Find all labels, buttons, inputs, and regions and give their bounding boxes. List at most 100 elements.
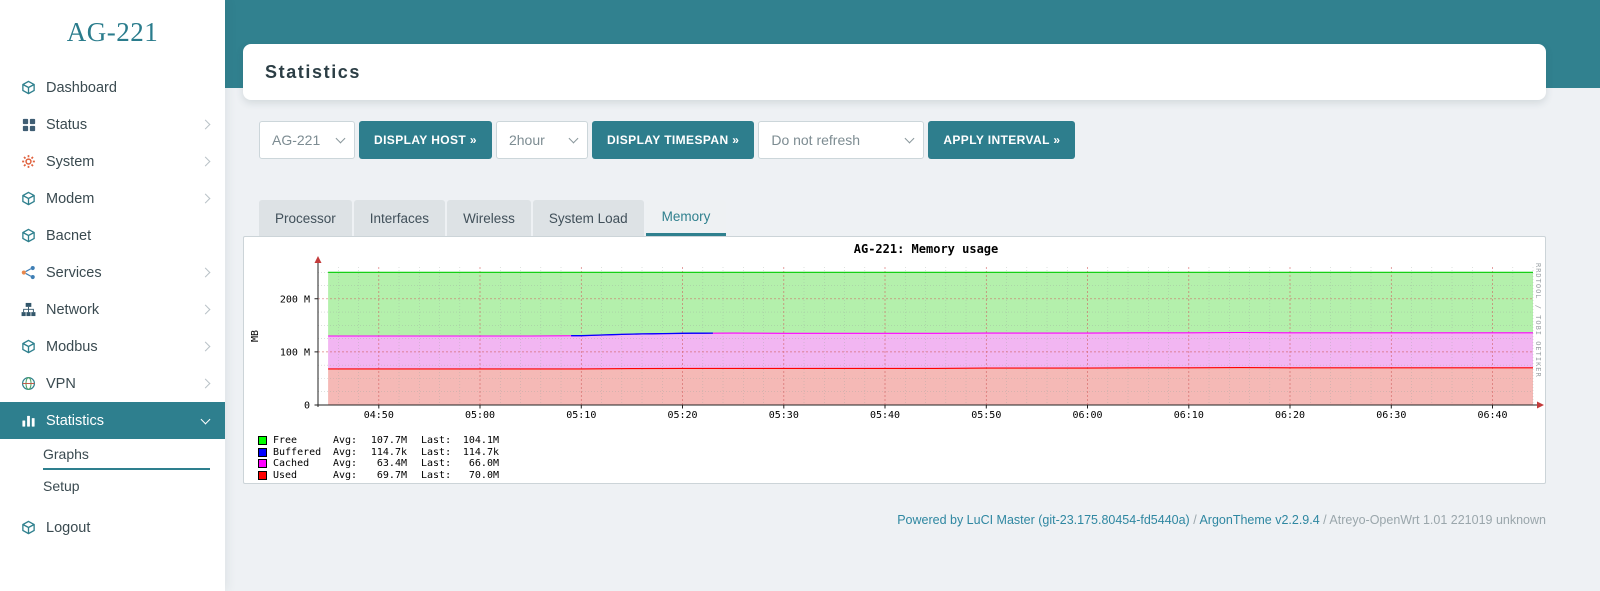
sidebar-item-label: Dashboard	[46, 80, 117, 96]
chevron-right-icon	[201, 379, 211, 389]
svg-text:AG-221: Memory usage: AG-221: Memory usage	[854, 242, 999, 256]
sidebar-item-label: System	[46, 154, 94, 170]
legend-color-swatch	[258, 448, 267, 457]
sidebar-item-bacnet[interactable]: Bacnet	[0, 217, 225, 254]
legend-avg-value: 63.4M	[363, 458, 407, 469]
chevron-down-icon	[201, 414, 211, 424]
page-header: Statistics	[243, 44, 1546, 100]
legend-row-free: FreeAvg:107.7MLast:104.1M	[258, 435, 1545, 447]
sidebar-item-vpn[interactable]: VPN	[0, 365, 225, 402]
legend-series-name: Used	[273, 470, 333, 481]
refresh-interval-select[interactable]: Do not refresh	[758, 121, 924, 159]
legend-avg-value: 107.7M	[363, 435, 407, 446]
sidebar-item-label: Logout	[46, 520, 90, 536]
display-timespan-button[interactable]: DISPLAY TIMESPAN »	[592, 121, 754, 159]
chart-legend: FreeAvg:107.7MLast:104.1MBufferedAvg:114…	[258, 435, 1545, 481]
legend-last-label: Last:	[421, 447, 455, 458]
footer: Powered by LuCI Master (git-23.175.80454…	[243, 513, 1546, 527]
sitemap-icon	[20, 302, 37, 318]
sidebar-item-services[interactable]: Services	[0, 254, 225, 291]
chevron-down-icon	[905, 134, 915, 144]
sidebar-item-label: Modem	[46, 191, 94, 207]
legend-row-used: UsedAvg:69.7M Last:70.0M	[258, 470, 1545, 482]
controls-bar: AG-221 DISPLAY HOST » 2hour DISPLAY TIME…	[259, 121, 1075, 159]
footer-version: / Atreyo-OpenWrt 1.01 221019 unknown	[1320, 513, 1546, 527]
sidebar-item-status[interactable]: Status	[0, 106, 225, 143]
legend-last-value: 66.0M	[455, 458, 499, 469]
chevron-right-icon	[201, 268, 211, 278]
svg-text:06:00: 06:00	[1072, 410, 1102, 421]
chart-bar-icon	[20, 413, 37, 429]
host-select[interactable]: AG-221	[259, 121, 355, 159]
svg-text:0: 0	[304, 401, 310, 412]
legend-avg-label: Avg:	[333, 447, 363, 458]
display-host-button[interactable]: DISPLAY HOST »	[359, 121, 492, 159]
rrdtool-watermark: RRDTOOL / TOBI OETIKER	[1534, 263, 1542, 378]
legend-series-name: Buffered	[273, 447, 333, 458]
sidebar-item-modbus[interactable]: Modbus	[0, 328, 225, 365]
sidebar-item-dashboard[interactable]: Dashboard	[0, 69, 225, 106]
sidebar-item-label: Services	[46, 265, 102, 281]
sidebar-nav: Dashboard Status System Modem Bacnet Services…	[0, 69, 225, 546]
nodes-icon	[20, 265, 37, 281]
chevron-right-icon	[201, 305, 211, 315]
tab-interfaces[interactable]: Interfaces	[354, 200, 445, 236]
sidebar-item-label: Modbus	[46, 339, 98, 355]
memory-graph-panel: 04:5005:0005:1005:2005:3005:4005:5006:00…	[243, 236, 1546, 484]
tab-memory[interactable]: Memory	[646, 200, 727, 236]
graph-tabs: ProcessorInterfacesWirelessSystem LoadMe…	[259, 200, 726, 236]
cube-icon	[20, 228, 37, 244]
refresh-interval-value: Do not refresh	[771, 132, 860, 148]
sidebar-item-statistics[interactable]: Statistics	[0, 402, 225, 439]
sidebar-item-label: Statistics	[46, 413, 104, 429]
chevron-down-icon	[336, 134, 346, 144]
sidebar-item-label: VPN	[46, 376, 76, 392]
gear-icon	[20, 154, 37, 170]
legend-color-swatch	[258, 459, 267, 468]
sidebar-subitem-setup[interactable]: Setup	[43, 470, 210, 501]
sidebar-item-system[interactable]: System	[0, 143, 225, 180]
legend-last-label: Last:	[421, 470, 455, 481]
timespan-select[interactable]: 2hour	[496, 121, 588, 159]
luci-link[interactable]: Powered by LuCI Master (git-23.175.80454…	[897, 513, 1190, 527]
chevron-right-icon	[201, 157, 211, 167]
legend-last-value: 70.0M	[455, 470, 499, 481]
sidebar-item-label: Status	[46, 117, 87, 133]
host-select-value: AG-221	[272, 132, 320, 148]
svg-text:06:40: 06:40	[1477, 410, 1507, 421]
timespan-select-value: 2hour	[509, 132, 545, 148]
legend-color-swatch	[258, 436, 267, 445]
tab-system-load[interactable]: System Load	[533, 200, 644, 236]
sidebar-item-network[interactable]: Network	[0, 291, 225, 328]
sidebar-subitem-graphs[interactable]: Graphs	[43, 439, 210, 470]
cube-icon	[20, 520, 37, 536]
svg-text:06:30: 06:30	[1376, 410, 1406, 421]
footer-separator: /	[1190, 513, 1200, 527]
svg-text:05:30: 05:30	[769, 410, 799, 421]
sidebar-item-modem[interactable]: Modem	[0, 180, 225, 217]
legend-avg-label: Avg:	[333, 458, 363, 469]
legend-series-name: Cached	[273, 458, 333, 469]
legend-avg-value: 69.7M	[363, 470, 407, 481]
sidebar-item-logout[interactable]: Logout	[0, 509, 225, 546]
grid-icon	[20, 117, 37, 133]
apply-interval-button[interactable]: APPLY INTERVAL »	[928, 121, 1075, 159]
legend-row-buffered: BufferedAvg:114.7kLast:114.7k	[258, 447, 1545, 459]
svg-text:06:10: 06:10	[1174, 410, 1204, 421]
legend-avg-label: Avg:	[333, 435, 363, 446]
svg-text:100 M: 100 M	[280, 347, 310, 358]
legend-last-label: Last:	[421, 435, 455, 446]
legend-last-label: Last:	[421, 458, 455, 469]
tab-processor[interactable]: Processor	[259, 200, 352, 236]
cube-icon	[20, 191, 37, 207]
svg-text:05:00: 05:00	[465, 410, 495, 421]
globe-icon	[20, 376, 37, 392]
tab-wireless[interactable]: Wireless	[447, 200, 531, 236]
legend-avg-label: Avg:	[333, 470, 363, 481]
legend-series-name: Free	[273, 435, 333, 446]
app-logo: AG-221	[0, 0, 225, 69]
argon-theme-link[interactable]: ArgonTheme v2.2.9.4	[1199, 513, 1319, 527]
cube-icon	[20, 339, 37, 355]
sidebar-item-label: Bacnet	[46, 228, 91, 244]
sidebar: AG-221 Dashboard Status System Modem Bacnet S…	[0, 0, 225, 591]
